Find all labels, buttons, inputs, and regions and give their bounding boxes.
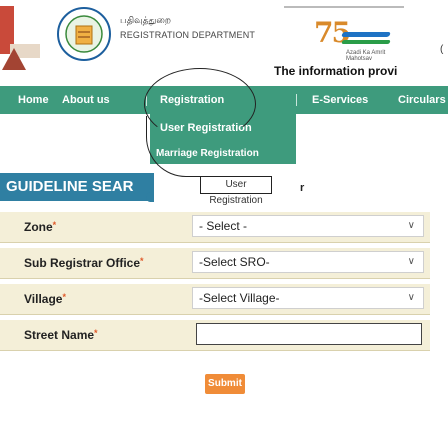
department-seal-icon [57, 7, 111, 61]
page-title-tail: r [300, 182, 305, 194]
state-emblem-icon [0, 6, 40, 70]
page-title: GUIDELINE SEAR [0, 173, 154, 201]
azadi-logo: 75 Azadi Ka Amrit Mahotsav [284, 4, 404, 64]
tooltip-marker [146, 192, 154, 202]
chevron-down-icon: ∨ [407, 256, 415, 267]
nav-circulars[interactable]: Circulars [398, 86, 446, 114]
info-marquee: The information provi [274, 64, 398, 78]
annotation-stroke [146, 116, 237, 177]
sro-label: Sub Registrar Office* [24, 256, 144, 270]
nav-about-us[interactable]: About us [62, 86, 110, 114]
street-label: Street Name* [24, 328, 98, 342]
hover-tooltip: User Registration [200, 176, 272, 206]
village-label: Village* [24, 292, 66, 306]
zone-select[interactable]: - Select - ∨ [192, 215, 424, 237]
nav-home[interactable]: Home [18, 86, 49, 114]
sro-select[interactable]: -Select SRO- ∨ [192, 251, 424, 273]
stray-glyph: ( [440, 44, 444, 55]
nav-e-services[interactable]: E-Services [312, 86, 368, 114]
zone-label: Zone* [24, 220, 57, 234]
street-name-input[interactable] [196, 323, 422, 345]
village-row: Village* -Select Village- ∨ [0, 284, 430, 315]
department-tamil-name: பதிவுத்துறை [120, 16, 171, 26]
chevron-down-icon: ∨ [407, 220, 415, 231]
submit-button[interactable]: Submit [205, 374, 245, 394]
zone-row: Zone* - Select - ∨ [0, 212, 430, 243]
azadi-caption: Azadi Ka Amrit Mahotsav [346, 50, 386, 62]
sro-row: Sub Registrar Office* -Select SRO- ∨ [0, 248, 430, 279]
village-select[interactable]: -Select Village- ∨ [192, 287, 424, 309]
chevron-down-icon: ∨ [407, 292, 415, 303]
street-row: Street Name* [0, 320, 430, 351]
department-name: REGISTRATION DEPARTMENT [120, 30, 256, 40]
